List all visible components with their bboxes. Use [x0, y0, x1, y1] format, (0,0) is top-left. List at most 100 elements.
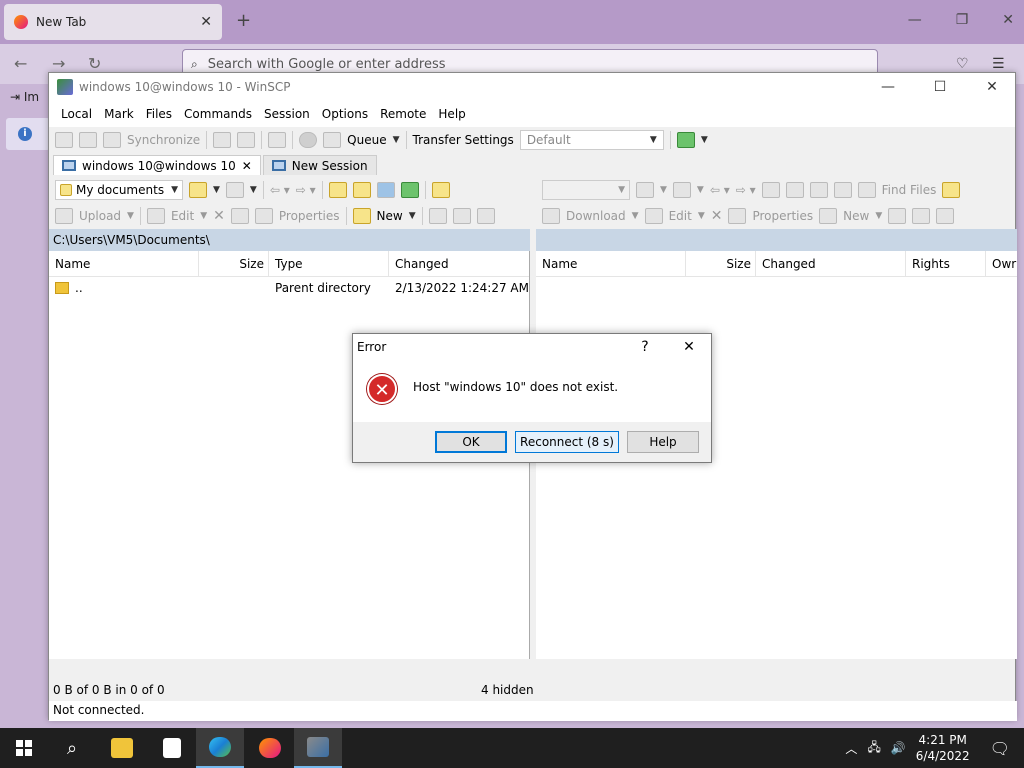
back-icon[interactable]: ⇦ ▾	[710, 183, 730, 197]
column-changed[interactable]: Changed	[389, 251, 529, 276]
forward-icon[interactable]: →	[52, 54, 65, 73]
import-bookmarks[interactable]: ⇥ Im	[10, 90, 39, 104]
delete-icon[interactable]: ✕	[213, 208, 225, 224]
transfer-settings-select[interactable]: Default ▼	[519, 130, 664, 150]
column-changed[interactable]: Changed	[756, 251, 906, 276]
edit-button[interactable]: Edit	[669, 209, 692, 223]
find-files-button[interactable]: Find Files	[882, 183, 937, 197]
new-folder-icon[interactable]	[819, 208, 838, 224]
menu-session[interactable]: Session	[258, 107, 316, 121]
volume-icon[interactable]: 🔊	[891, 741, 906, 755]
edge-button[interactable]	[196, 728, 244, 768]
column-rights[interactable]: Rights	[906, 251, 986, 276]
forward-icon[interactable]: ⇨ ▾	[736, 183, 756, 197]
session-tab-current[interactable]: windows 10@windows 10 ✕	[53, 155, 261, 175]
column-size[interactable]: Size	[686, 251, 756, 276]
table-row[interactable]: .. Parent directory 2/13/2022 1:24:27 AM	[49, 277, 529, 299]
reconnect-button[interactable]: Reconnect (8 s)	[515, 431, 619, 453]
menu-files[interactable]: Files	[140, 107, 178, 121]
new-tab-button[interactable]: +	[236, 10, 251, 31]
column-name[interactable]: Name	[536, 251, 686, 276]
chevron-down-icon[interactable]: ▼	[200, 211, 207, 221]
synchronize-icon[interactable]	[103, 132, 121, 148]
chevron-down-icon[interactable]: ▼	[701, 135, 708, 145]
chevron-down-icon[interactable]: ▼	[632, 211, 639, 221]
rename-icon[interactable]	[728, 208, 747, 224]
column-type[interactable]: Type	[269, 251, 389, 276]
help-icon[interactable]: ?	[623, 339, 667, 355]
upload-button[interactable]: Upload	[79, 209, 121, 223]
column-name[interactable]: Name	[49, 251, 199, 276]
reload-icon[interactable]: ↻	[88, 54, 101, 73]
edit-button[interactable]: Edit	[171, 209, 194, 223]
filter-select-icon[interactable]	[476, 208, 495, 224]
refresh-icon[interactable]	[400, 182, 419, 198]
notifications-icon[interactable]: 🗨	[990, 739, 1010, 758]
clock[interactable]: 4:21 PM 6/4/2022	[916, 732, 970, 764]
close-icon[interactable]: ✕	[969, 79, 1015, 95]
tab-close-icon[interactable]: ✕	[200, 14, 212, 30]
firefox-tab-new-tab[interactable]: New Tab ✕	[4, 4, 222, 40]
menu-remote[interactable]: Remote	[374, 107, 432, 121]
filter-select-icon[interactable]	[936, 208, 955, 224]
globe-icon[interactable]	[676, 132, 695, 148]
menu-help[interactable]: Help	[432, 107, 471, 121]
new-button[interactable]: New	[843, 209, 869, 223]
tab-close-icon[interactable]: ✕	[242, 159, 252, 173]
menu-commands[interactable]: Commands	[178, 107, 258, 121]
back-icon[interactable]: ⇦ ▾	[270, 183, 290, 197]
column-size[interactable]: Size	[199, 251, 269, 276]
compare-icon[interactable]	[55, 132, 73, 148]
chevron-down-icon[interactable]: ▼	[698, 211, 705, 221]
network-icon[interactable]: 🖧	[867, 738, 880, 759]
menu-local[interactable]: Local	[55, 107, 98, 121]
tree-icon[interactable]	[431, 182, 450, 198]
terminal-icon[interactable]	[237, 132, 256, 148]
back-icon[interactable]: ←	[14, 54, 27, 73]
new-button[interactable]: New	[377, 209, 403, 223]
delete-icon[interactable]: ✕	[711, 208, 723, 224]
find-icon[interactable]	[268, 132, 287, 148]
home-icon[interactable]	[376, 182, 395, 198]
winscp-button[interactable]	[294, 728, 342, 768]
minimize-icon[interactable]: —	[865, 79, 911, 95]
hidden-files-status[interactable]: 4 hidden	[481, 683, 534, 697]
chevron-up-icon[interactable]: ︿	[845, 740, 857, 757]
ok-button[interactable]: OK	[435, 431, 507, 453]
close-icon[interactable]: ✕	[1002, 12, 1014, 28]
file-explorer-button[interactable]	[98, 728, 146, 768]
properties-icon[interactable]	[254, 208, 273, 224]
local-location-select[interactable]: My documents ▼	[55, 180, 183, 200]
edit-icon[interactable]	[146, 208, 165, 224]
chevron-down-icon[interactable]: ▼	[409, 211, 416, 221]
refresh-icon[interactable]	[833, 182, 852, 198]
select-all-icon[interactable]	[428, 208, 447, 224]
pocket-icon[interactable]: ♡	[956, 56, 969, 72]
queue-icon[interactable]	[323, 132, 342, 148]
solitaire-button[interactable]	[148, 728, 196, 768]
download-icon[interactable]	[542, 208, 560, 224]
chevron-down-icon[interactable]: ▼	[213, 185, 220, 195]
menu-icon[interactable]: ☰	[992, 56, 1005, 72]
firefox-button[interactable]	[246, 728, 294, 768]
sync-browse-icon[interactable]	[79, 132, 97, 148]
preferences-gear-icon[interactable]	[299, 132, 318, 148]
chevron-down-icon[interactable]: ▼	[393, 135, 400, 145]
download-button[interactable]: Download	[566, 209, 626, 223]
forward-icon[interactable]: ⇨ ▾	[296, 183, 316, 197]
root-dir-icon[interactable]	[352, 182, 371, 198]
unselect-icon[interactable]	[452, 208, 471, 224]
queue-button[interactable]: Queue	[347, 133, 386, 147]
synchronize-button[interactable]: Synchronize	[127, 133, 200, 147]
start-button[interactable]	[0, 728, 48, 768]
local-path-bar[interactable]: C:\Users\VM5\Documents\	[49, 229, 530, 251]
maximize-icon[interactable]: ☐	[917, 79, 963, 95]
chevron-down-icon[interactable]: ▼	[875, 211, 882, 221]
column-owner[interactable]: Owr	[986, 251, 1017, 276]
menu-mark[interactable]: Mark	[98, 107, 140, 121]
restore-icon[interactable]: ❐	[956, 12, 969, 28]
chevron-down-icon[interactable]: ▼	[697, 185, 704, 195]
help-button[interactable]: Help	[627, 431, 699, 453]
filter-icon[interactable]	[225, 182, 244, 198]
edit-icon[interactable]	[644, 208, 663, 224]
